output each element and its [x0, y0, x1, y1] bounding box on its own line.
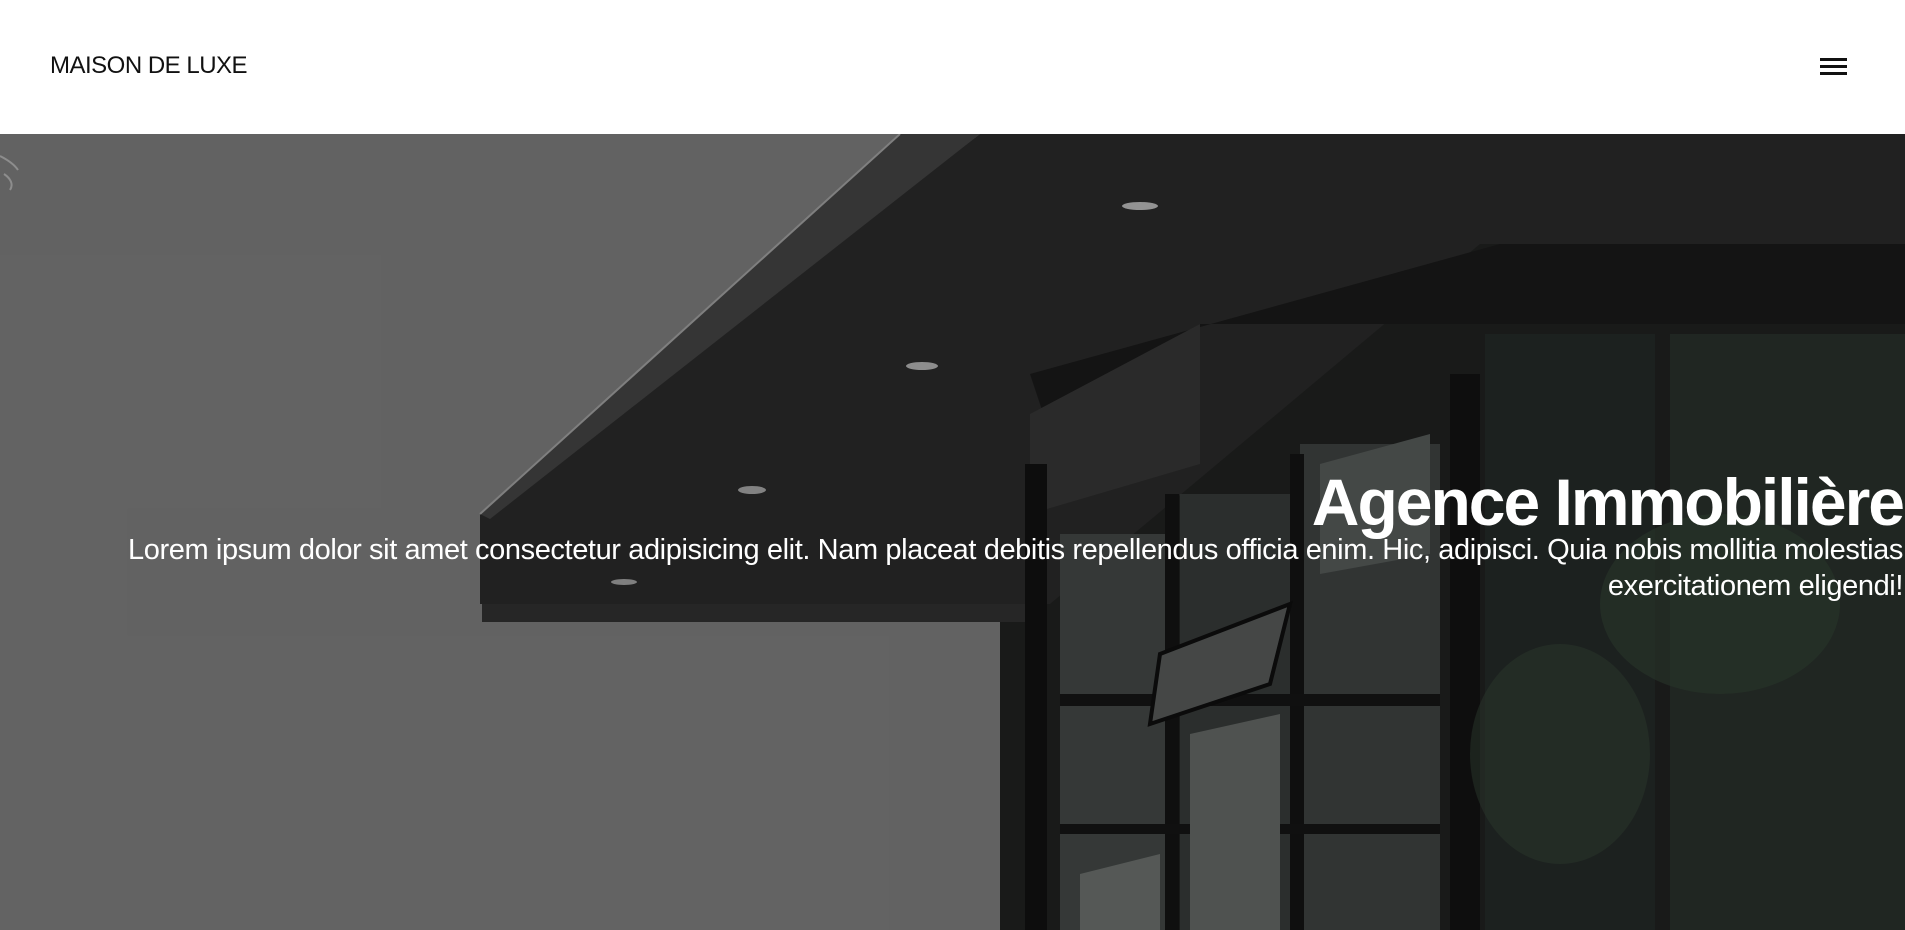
hero-section: Agence Immobilière Lorem ipsum dolor sit… [0, 134, 1905, 930]
brand-logo[interactable]: MAISON DE LUXE [50, 52, 248, 80]
hero-title: Agence Immobilière [1311, 465, 1905, 539]
hero-description: Lorem ipsum dolor sit amet consectetur a… [128, 534, 1903, 602]
menu-button[interactable] [1816, 52, 1850, 82]
site-header: MAISON DE LUXE [0, 0, 1905, 134]
